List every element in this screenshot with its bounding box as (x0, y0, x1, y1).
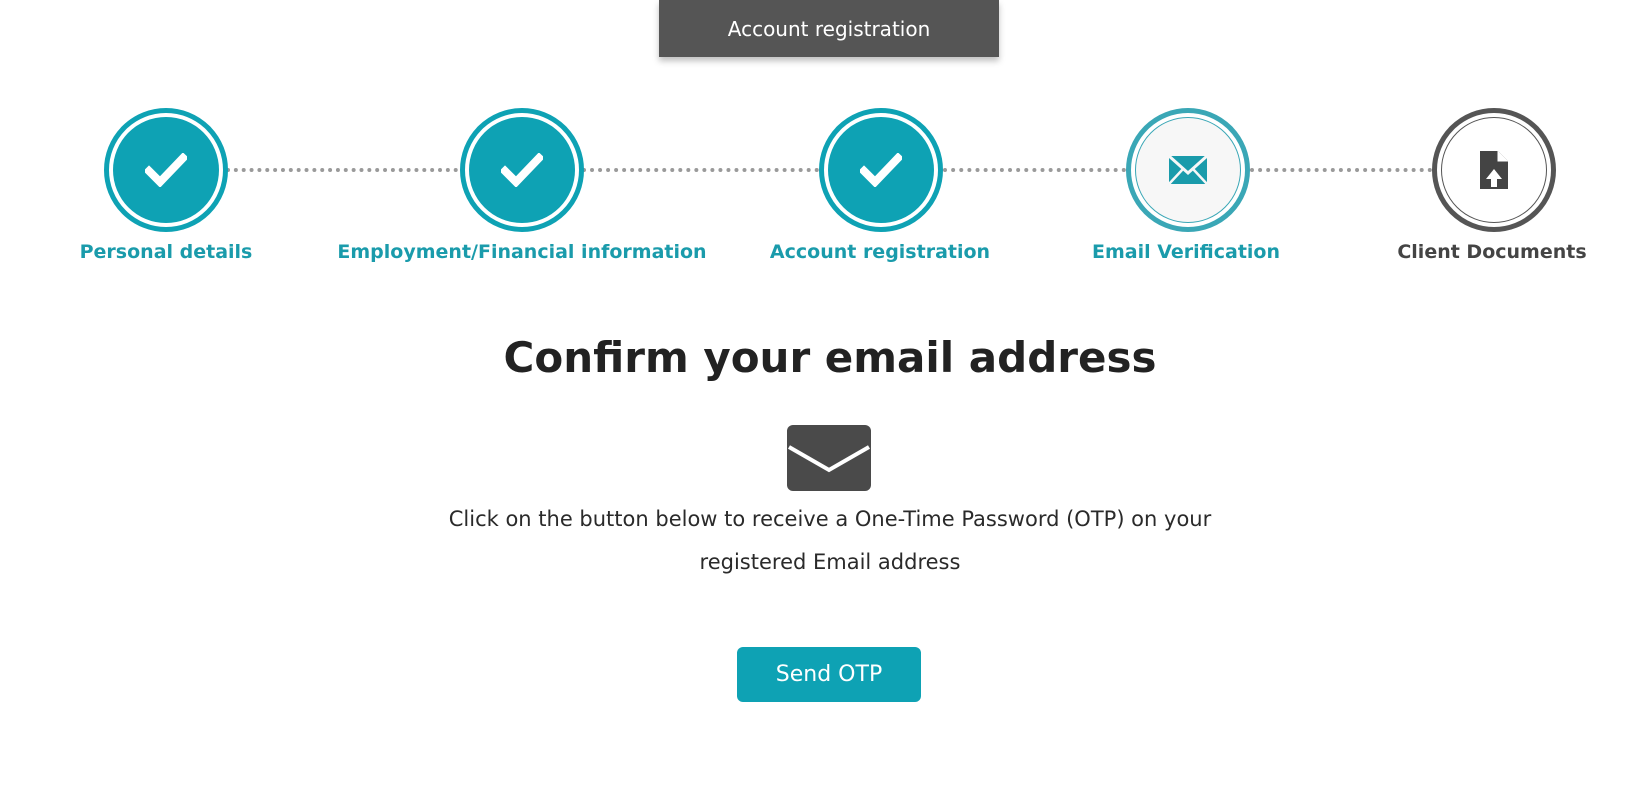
check-icon (860, 153, 902, 187)
check-icon (501, 153, 543, 187)
file-upload-icon (1480, 151, 1508, 189)
instruction-text: Click on the button below to receive a O… (448, 507, 1212, 574)
envelope-icon (1168, 155, 1208, 185)
step-personal-details[interactable] (104, 108, 228, 232)
step-label-employment-financial[interactable]: Employment/Financial information (332, 241, 712, 263)
envelope-icon (787, 425, 871, 491)
step-connector (582, 168, 819, 172)
step-account-registration[interactable] (819, 108, 943, 232)
check-icon (145, 153, 187, 187)
step-connector (943, 168, 1126, 172)
page-title: Confirm your email address (503, 333, 1157, 382)
step-connector (226, 168, 458, 172)
step-label-client-documents[interactable]: Client Documents (1302, 241, 1630, 263)
send-otp-button[interactable]: Send OTP (737, 647, 921, 702)
step-label-personal-details[interactable]: Personal details (0, 241, 356, 263)
progress-stepper: Personal details Employment/Financial in… (0, 0, 1630, 280)
step-employment-financial[interactable] (460, 108, 584, 232)
step-client-documents[interactable] (1432, 108, 1556, 232)
registration-page: Account registration Personal details Em… (0, 0, 1630, 786)
step-connector (1250, 168, 1432, 172)
step-email-verification[interactable] (1126, 108, 1250, 232)
